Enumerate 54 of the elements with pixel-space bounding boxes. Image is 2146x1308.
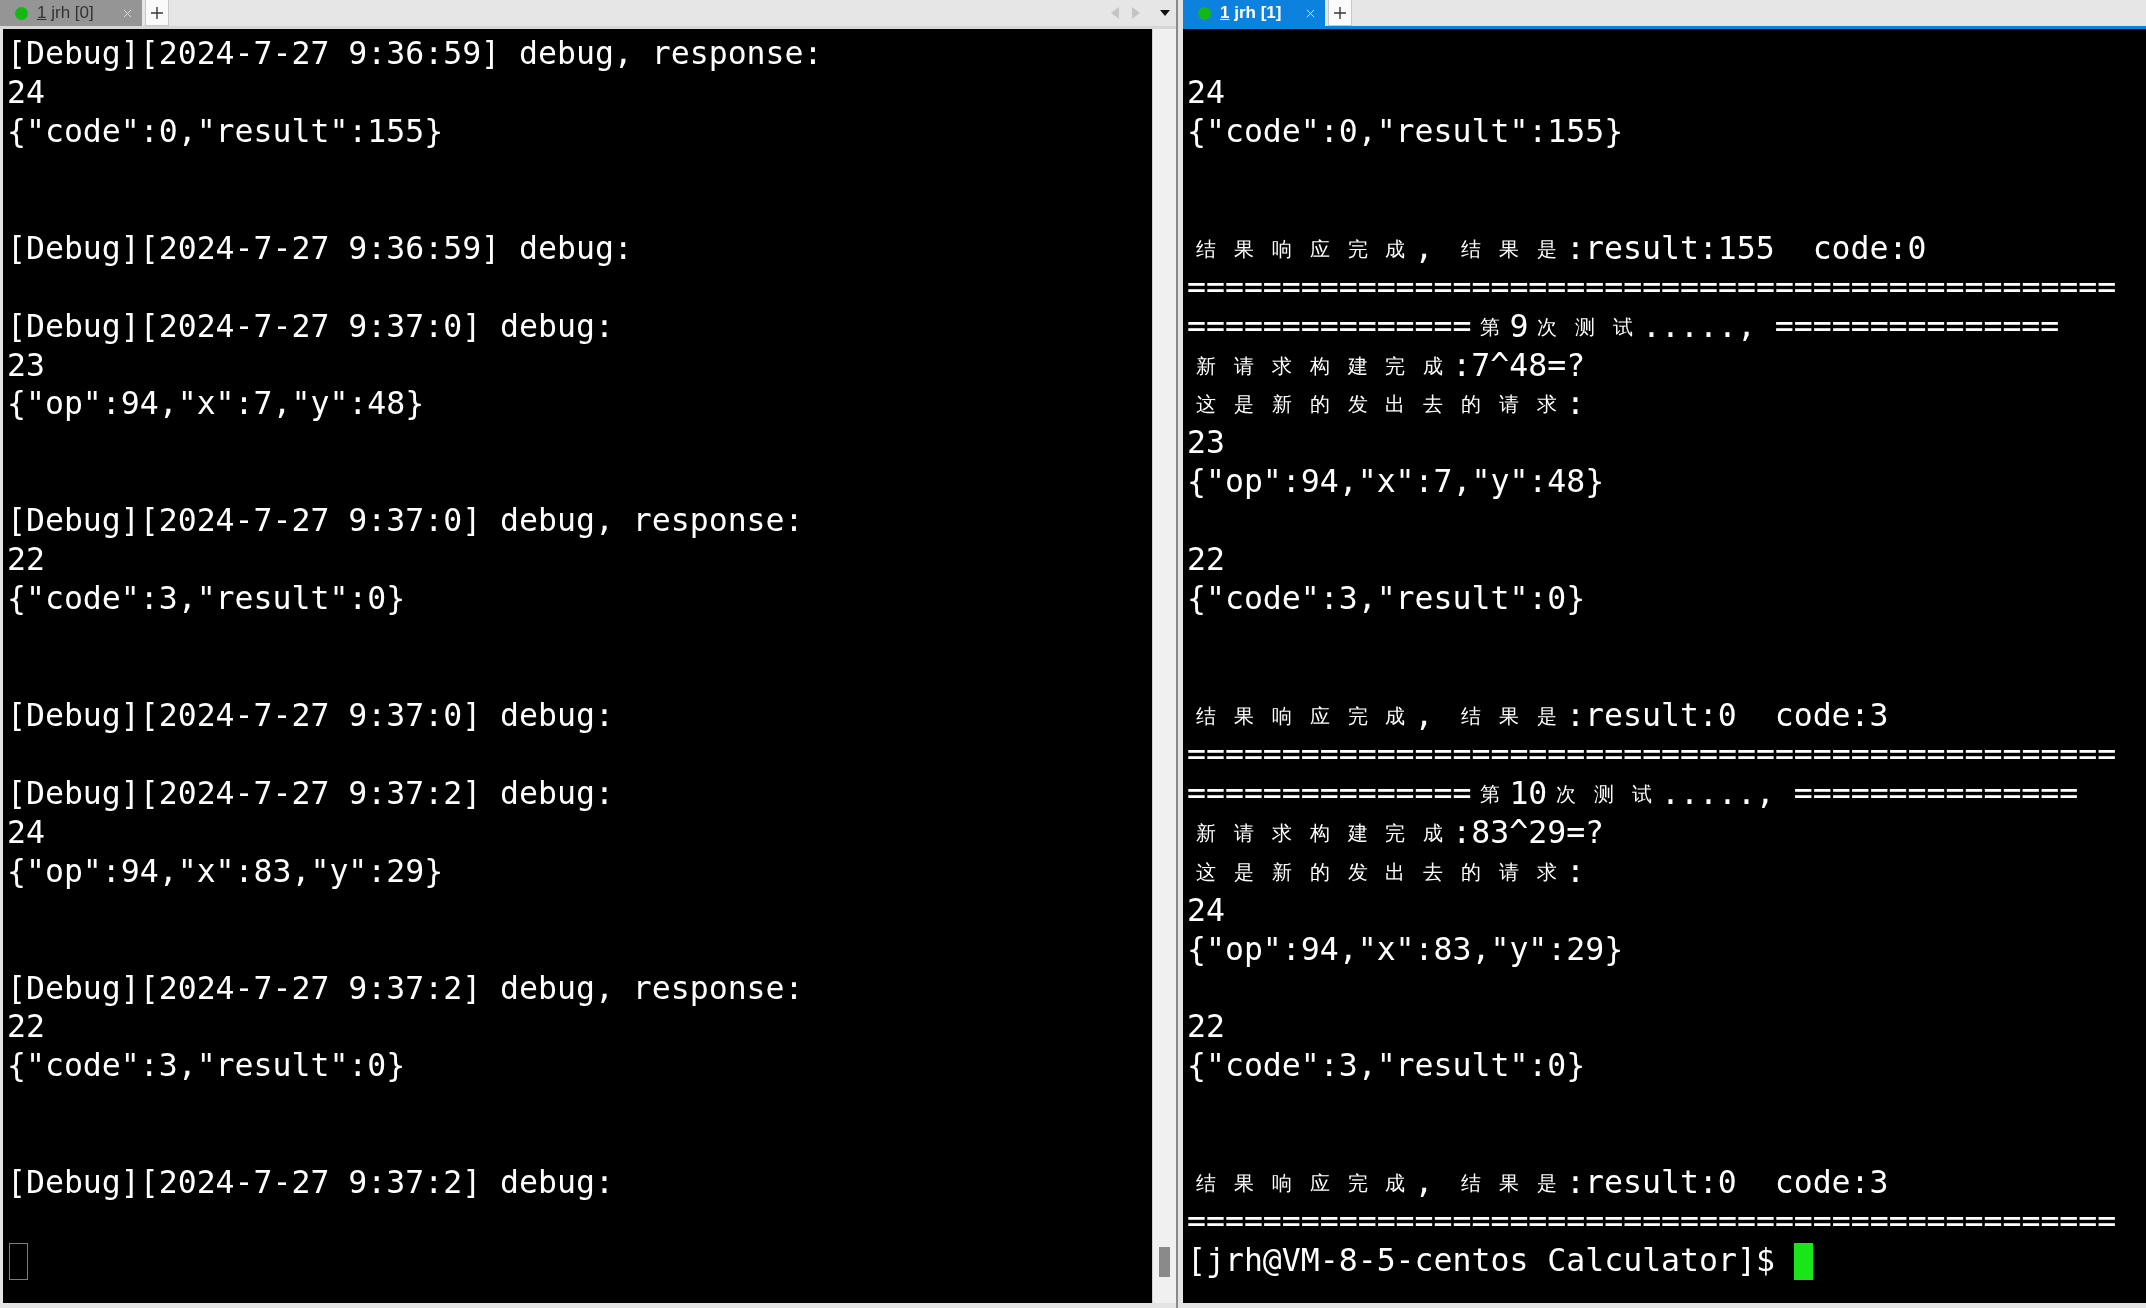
terminal-line: {"code":3,"result":0} <box>7 580 406 617</box>
status-dot-icon <box>15 6 28 20</box>
terminal-tab[interactable]: 1 jrh [0] <box>0 0 142 26</box>
terminal-line: [Debug][2024-7-27 9:37:2] debug: <box>7 774 614 811</box>
terminal-line: {"code":0,"result":155} <box>7 112 444 149</box>
caret-down-icon[interactable] <box>1160 10 1170 16</box>
terminal-line: 23 <box>1187 424 1225 461</box>
terminal-line: 24 <box>7 73 45 110</box>
terminal-line: 这是新的发出去的请求: <box>1194 852 1586 889</box>
status-dot-icon <box>1198 6 1211 20</box>
new-tab-button[interactable] <box>1328 0 1352 26</box>
terminal-line: 结果响应完成, 结果是:result:0 code:3 <box>1194 696 1889 733</box>
terminal-line: 24 <box>1187 73 1225 110</box>
terminal-line: {"op":94,"x":83,"y":29} <box>1187 930 1624 967</box>
plus-icon <box>151 6 163 19</box>
scrollbar[interactable] <box>1152 29 1176 1303</box>
terminal-line: 24 <box>7 813 45 850</box>
terminal-line: [Debug][2024-7-27 9:36:59] debug: <box>7 229 633 266</box>
terminal-line: 22 <box>7 541 45 578</box>
terminal-line: ================================================= <box>1187 1203 2117 1240</box>
new-tab-button[interactable] <box>145 0 169 26</box>
terminal-line: [Debug][2024-7-27 9:37:0] debug: <box>7 696 614 733</box>
terminal-line: 新请求构建完成:7^48=? <box>1194 346 1586 383</box>
plus-icon <box>1334 6 1346 19</box>
terminal-line: [Debug][2024-7-27 9:37:0] debug: <box>7 307 614 344</box>
scrollbar-thumb[interactable] <box>1159 1247 1170 1277</box>
terminal-line: {"code":0,"result":155} <box>1187 112 1624 149</box>
shell-prompt: [jrh@VM-8-5-centos Calculator]$ <box>1187 1242 1775 1279</box>
terminal-line: 23 <box>7 346 45 383</box>
terminal-line: {"op":94,"x":7,"y":48} <box>1187 463 1605 500</box>
close-icon[interactable] <box>123 8 132 18</box>
terminal-line: [Debug][2024-7-27 9:36:59] debug, response: <box>7 35 823 71</box>
terminal-line: [Debug][2024-7-27 9:37:2] debug, response: <box>7 969 804 1006</box>
scroll-right-icon[interactable] <box>1132 7 1140 19</box>
terminal-line: 22 <box>1187 541 1225 578</box>
terminal-line: ================================================= <box>1187 268 2117 305</box>
terminal-line: 新请求构建完成:83^29=? <box>1194 813 1605 850</box>
close-icon[interactable] <box>1306 8 1315 18</box>
terminal-line: 这是新的发出去的请求: <box>1194 385 1586 422</box>
terminal-line: {"code":3,"result":0} <box>1187 580 1586 617</box>
terminal-line: 结果响应完成, 结果是:result:155 code:0 <box>1194 229 1927 266</box>
terminal-line: ================================================= <box>1187 735 2117 772</box>
terminal-tab[interactable]: 1 jrh [1] <box>1183 0 1325 26</box>
scroll-left-icon[interactable] <box>1111 7 1119 19</box>
terminal-line: {"op":94,"x":83,"y":29} <box>7 852 444 889</box>
terminal-line: [Debug][2024-7-27 9:37:0] debug, response: <box>7 502 804 539</box>
terminal-line: 22 <box>1187 1008 1225 1045</box>
terminal-line: 24 <box>1187 891 1225 928</box>
terminal-line: {"code":3,"result":0} <box>1187 1047 1586 1084</box>
terminal-line: {"op":94,"x":7,"y":48} <box>7 385 425 422</box>
terminal-line: {"code":3,"result":0} <box>7 1047 406 1084</box>
terminal-line: 结果响应完成, 结果是:result:0 code:3 <box>1194 1164 1889 1201</box>
terminal-line: 22 <box>7 1008 45 1045</box>
terminal-line: [Debug][2024-7-27 9:37:2] debug: <box>7 1164 614 1201</box>
